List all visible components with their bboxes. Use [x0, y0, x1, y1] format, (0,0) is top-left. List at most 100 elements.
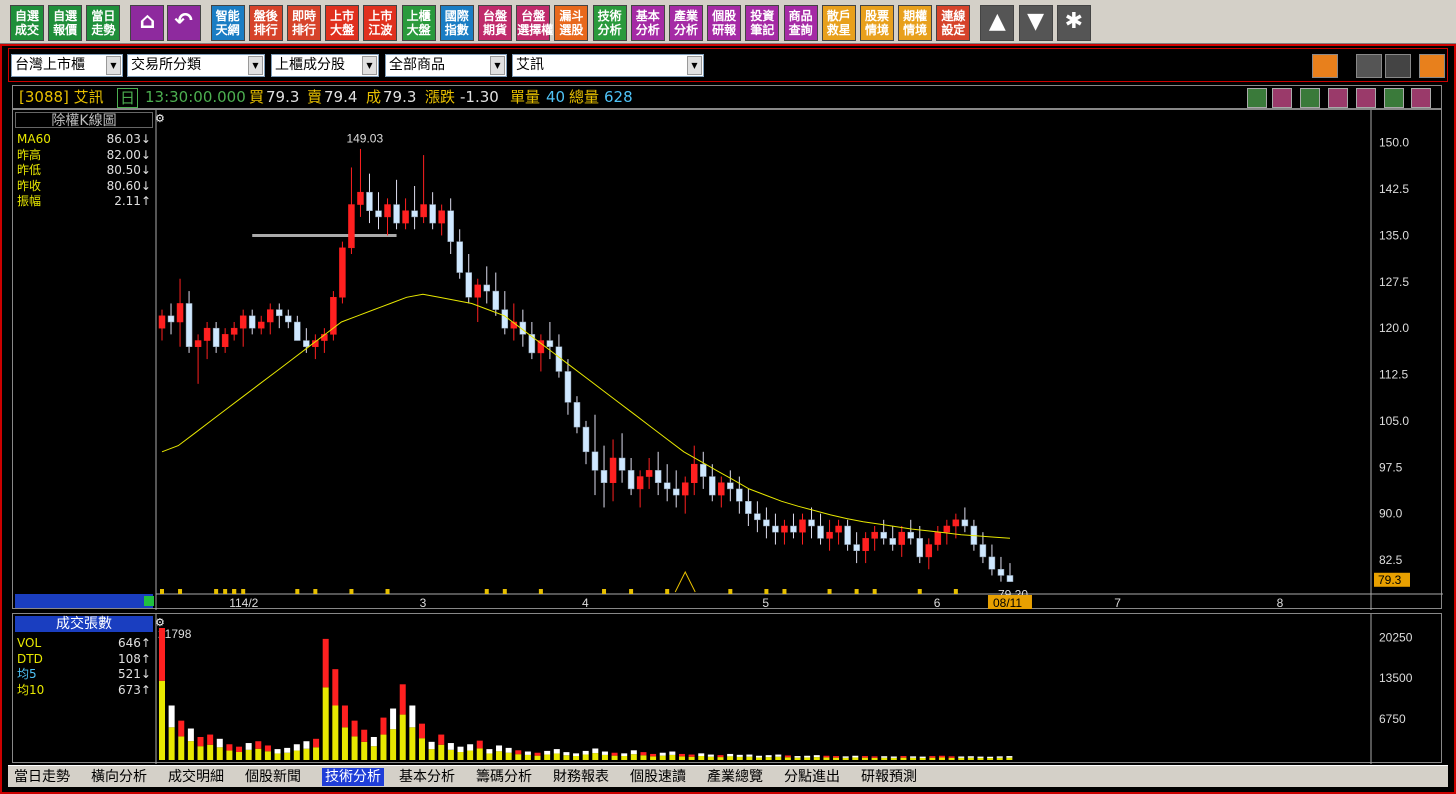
volume-bar[interactable] — [659, 752, 666, 756]
toolbar-button[interactable]: 盤後 排行 — [248, 5, 283, 41]
candle-body[interactable] — [158, 315, 166, 329]
candle-body[interactable] — [808, 519, 815, 527]
split-view-icon[interactable] — [1385, 54, 1411, 78]
event-marker[interactable] — [872, 589, 877, 594]
volume-bar[interactable] — [852, 755, 859, 758]
volume-bar[interactable] — [669, 751, 676, 755]
candle-body[interactable] — [167, 315, 175, 323]
home-icon[interactable]: ⌂ — [130, 5, 165, 41]
toolbar-button[interactable]: 即時 排行 — [287, 5, 321, 41]
tab-12[interactable]: 研報預測 — [861, 768, 917, 786]
candle-body[interactable] — [835, 525, 842, 533]
candle-body[interactable] — [934, 531, 942, 545]
volume-bar[interactable] — [197, 736, 204, 747]
volume-bar[interactable] — [457, 746, 464, 753]
volume-bar[interactable] — [390, 708, 397, 730]
volume-bar[interactable] — [274, 749, 281, 754]
candle-body[interactable] — [925, 544, 933, 558]
event-marker[interactable] — [223, 589, 228, 594]
volume-bar[interactable] — [496, 745, 503, 752]
volume-bar[interactable] — [967, 756, 974, 758]
volume-bar[interactable] — [861, 756, 868, 758]
toolbar-button[interactable]: 漏斗 選股 — [554, 5, 589, 41]
chevron-down-icon[interactable]: ▼ — [248, 56, 263, 75]
volume-bar[interactable] — [284, 747, 291, 753]
candle-body[interactable] — [781, 525, 788, 533]
candle-body[interactable] — [700, 463, 707, 477]
candle-body[interactable] — [790, 525, 797, 533]
tab-3[interactable]: 成交明細 — [168, 768, 224, 786]
event-marker[interactable] — [917, 589, 922, 594]
candle-body[interactable] — [546, 340, 554, 347]
volume-bar[interactable] — [313, 738, 320, 748]
volume-bar[interactable] — [534, 752, 541, 756]
toolbar-button[interactable]: 台盤 期貨 — [478, 5, 512, 41]
tab-6[interactable]: 基本分析 — [399, 768, 455, 786]
event-marker[interactable] — [385, 589, 390, 594]
candle-body[interactable] — [826, 531, 833, 539]
asterisk-icon[interactable]: ✱ — [1056, 5, 1091, 41]
volume-bar[interactable] — [563, 752, 570, 756]
candle-body[interactable] — [573, 402, 581, 428]
volume-bar[interactable] — [544, 750, 551, 755]
settings-icon[interactable] — [1411, 88, 1431, 108]
event-marker[interactable] — [827, 589, 832, 594]
toolbar-button[interactable]: 個股 研報 — [707, 5, 742, 41]
toolbar-button[interactable]: 智能 天網 — [210, 5, 245, 41]
products-select[interactable]: 全部商品 ▼ — [385, 54, 507, 77]
volume-bar[interactable] — [765, 755, 772, 758]
event-marker[interactable] — [764, 589, 769, 594]
candle-body[interactable] — [718, 482, 725, 496]
event-marker[interactable] — [502, 589, 507, 594]
event-marker[interactable] — [178, 589, 183, 594]
market-select[interactable]: 台灣上市櫃 ▼ — [11, 54, 123, 77]
event-marker[interactable] — [232, 589, 237, 594]
volume-bar[interactable] — [881, 756, 888, 758]
candle-body[interactable] — [844, 525, 851, 545]
candle-body[interactable] — [501, 309, 509, 329]
toolbar-button[interactable]: 產業 分析 — [669, 5, 703, 41]
volume-bar[interactable] — [380, 717, 387, 735]
event-marker[interactable] — [629, 589, 634, 594]
candle-body[interactable] — [1006, 575, 1014, 582]
candle-body[interactable] — [627, 470, 635, 490]
candle-body[interactable] — [185, 303, 193, 347]
candle-body[interactable] — [871, 531, 878, 539]
toolbar-button[interactable]: 連線 設定 — [936, 5, 971, 41]
candle-body[interactable] — [907, 531, 914, 539]
volume-bar[interactable] — [698, 753, 705, 757]
volume-bar[interactable] — [486, 749, 493, 754]
toolbar-button[interactable]: 股票 情境 — [860, 5, 894, 41]
volume-bar[interactable] — [293, 744, 300, 751]
popout-icon[interactable] — [1419, 54, 1445, 78]
volume-bar[interactable] — [370, 736, 377, 747]
volume-bar[interactable] — [688, 754, 695, 757]
candle-body[interactable] — [303, 340, 310, 347]
candle-body[interactable] — [727, 482, 734, 490]
candle-body[interactable] — [366, 191, 373, 211]
volume-bar[interactable] — [303, 741, 310, 749]
volume-bar[interactable] — [823, 755, 830, 758]
volume-bar[interactable] — [592, 748, 599, 754]
event-marker[interactable] — [313, 589, 318, 594]
compare-icon[interactable] — [1272, 88, 1292, 108]
toolbar-button[interactable]: 商品 查詢 — [783, 5, 818, 41]
volume-bar[interactable] — [505, 747, 512, 753]
line-chart-icon[interactable] — [1312, 54, 1338, 78]
event-marker[interactable] — [295, 589, 300, 594]
grid-icon[interactable] — [1384, 88, 1404, 108]
volume-bar[interactable] — [871, 756, 878, 758]
volume-bar[interactable] — [621, 753, 628, 757]
candle-body[interactable] — [754, 513, 761, 521]
toolbar-button[interactable]: 自選 報價 — [48, 5, 83, 41]
volume-bar[interactable] — [910, 756, 917, 758]
volume-bar[interactable] — [322, 638, 329, 688]
volume-chart[interactable]: 2025013500675021798 — [13, 614, 1443, 764]
volume-bar[interactable] — [640, 752, 647, 756]
volume-bar[interactable] — [833, 756, 840, 758]
volume-bar[interactable] — [226, 744, 233, 751]
volume-bar[interactable] — [409, 705, 416, 728]
volume-bar[interactable] — [958, 756, 965, 758]
volume-bar[interactable] — [630, 750, 637, 755]
volume-bar[interactable] — [467, 744, 474, 751]
